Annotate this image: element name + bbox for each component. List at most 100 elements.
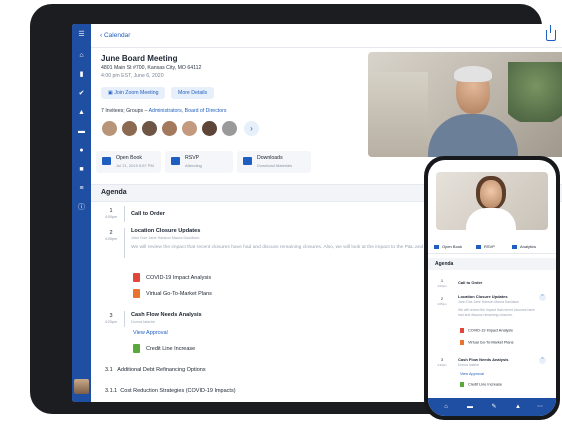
phone-agenda-cash-flow[interactable]: Cash Flow Needs Analysis bbox=[458, 357, 509, 362]
phone-agenda-number: 2 4:05pm bbox=[436, 296, 448, 306]
user-avatar[interactable] bbox=[74, 379, 89, 394]
alert-icon[interactable]: ▲ bbox=[514, 403, 522, 411]
phone-num-3: 3 bbox=[440, 357, 444, 362]
phone-doc-covid: COVID-19 Impact Analysis bbox=[468, 328, 513, 333]
chat-icon[interactable]: ■ bbox=[72, 166, 91, 174]
agenda-description: We will review the impact that recent cl… bbox=[131, 245, 463, 250]
agenda-title: Agenda bbox=[101, 189, 127, 196]
downloads-card[interactable]: Downloads Download Materials bbox=[237, 151, 311, 173]
calendar-icon bbox=[171, 157, 180, 165]
document-link[interactable]: COVID-19 Impact Analysis bbox=[133, 273, 211, 282]
list-icon[interactable]: ≡ bbox=[72, 185, 91, 193]
inbox-icon[interactable]: ▬ bbox=[466, 403, 474, 411]
video-call-tile[interactable] bbox=[368, 52, 562, 157]
avatar[interactable] bbox=[181, 120, 198, 137]
invitee-groups-link[interactable]: Administrators, Board of Directors bbox=[149, 108, 227, 114]
folder-icon[interactable]: ▬ bbox=[72, 128, 91, 136]
downloads-sub: Download Materials bbox=[257, 163, 293, 168]
device-mockup-scene: ☰ ⌂ ▮ ✔ ▲ ▬ ● ■ ≡ ⓘ ‹ Calendar June Boar… bbox=[0, 0, 562, 424]
agenda-item-call-to-order[interactable]: Call to Order bbox=[131, 211, 165, 217]
video-participant-body bbox=[428, 114, 518, 157]
document-link[interactable]: Virtual Go-To-Market Plans bbox=[133, 289, 212, 298]
rsvp-card[interactable]: RSVP Attending bbox=[165, 151, 233, 173]
open-book-label: Open Book bbox=[116, 155, 142, 161]
document-link[interactable]: Credit Line Increase bbox=[133, 344, 195, 353]
agenda-num-1: 1 bbox=[109, 208, 113, 214]
avatar[interactable] bbox=[121, 120, 138, 137]
subitem-title: Cost Reduction Strategies (COVID-19 Impa… bbox=[120, 388, 236, 394]
avatar[interactable] bbox=[101, 120, 118, 137]
edit-icon[interactable]: ✎ bbox=[490, 403, 498, 411]
phone-rsvp-label: RSVP bbox=[484, 244, 495, 249]
phone-time-3: 4:20pm bbox=[437, 363, 447, 367]
back-to-calendar-link[interactable]: ‹ Calendar bbox=[100, 32, 130, 39]
phone-doc-gtm: Virtual Go-To-Market Plans bbox=[468, 340, 514, 345]
agenda-item-location-closure[interactable]: Location Closure Updates bbox=[131, 228, 200, 234]
home-icon[interactable]: ⌂ bbox=[72, 52, 91, 60]
phone-view-approval-link[interactable]: View Approval bbox=[460, 372, 484, 376]
meeting-datetime: 4:00 pm EST, June 6, 2020 bbox=[101, 73, 164, 79]
alert-icon[interactable]: ▲ bbox=[72, 109, 91, 117]
check-icon[interactable]: ✔ bbox=[72, 90, 91, 98]
phone-document-link[interactable]: Credit Line Increase bbox=[460, 382, 502, 387]
phone-device: Open Book RSVP Analytics Agenda 1 4:00pm … bbox=[424, 156, 560, 420]
view-approval-link[interactable]: View Approval bbox=[133, 330, 168, 336]
agenda-subitem-3-1-1[interactable]: 3.1.1 Cost Reduction Strategies (COVID-1… bbox=[105, 388, 236, 394]
phone-presenters: Donna Ialarbe bbox=[458, 363, 480, 367]
avatar[interactable] bbox=[141, 120, 158, 137]
phone-video-tile[interactable] bbox=[436, 172, 548, 230]
video-background-shelf bbox=[368, 72, 428, 157]
avatar[interactable] bbox=[161, 120, 178, 137]
agenda-item-number: 3 4:20pm bbox=[103, 313, 119, 324]
doc-virtual-gtm: Virtual Go-To-Market Plans bbox=[146, 290, 212, 297]
join-zoom-label: Join Zoom Meeting bbox=[114, 90, 159, 96]
pdf-file-icon bbox=[460, 328, 464, 333]
phone-open-book-button[interactable]: Open Book bbox=[434, 244, 462, 249]
avatar[interactable] bbox=[221, 120, 238, 137]
phone-open-book-label: Open Book bbox=[442, 244, 463, 249]
join-zoom-button[interactable]: ▣ Join Zoom Meeting bbox=[101, 87, 166, 99]
more-icon[interactable]: ⋯ bbox=[536, 403, 544, 411]
subitem-num: 3.1.1 bbox=[105, 388, 118, 394]
calendar-icon bbox=[476, 244, 481, 249]
agenda-subitem-3-1[interactable]: 3.1 Additional Debt Refinancing Options bbox=[105, 367, 206, 373]
menu-icon[interactable]: ☰ bbox=[72, 31, 91, 39]
agenda-divider bbox=[124, 311, 125, 327]
phone-num-1: 1 bbox=[440, 278, 444, 283]
subitem-num: 3.1 bbox=[105, 367, 113, 373]
invitees-prefix: 7 Invitees; Groups – bbox=[101, 108, 149, 114]
more-invitees-chevron-icon[interactable]: › bbox=[244, 121, 259, 136]
chevron-down-icon[interactable]: ⌃ bbox=[539, 357, 546, 364]
avatar[interactable] bbox=[201, 120, 218, 137]
person-icon[interactable]: ● bbox=[72, 147, 91, 155]
open-book-card[interactable]: Open Book Jul 21, 2019 5:57 PM bbox=[96, 151, 161, 173]
meeting-title: June Board Meeting bbox=[101, 54, 178, 63]
phone-analytics-button[interactable]: Analytics bbox=[512, 244, 536, 249]
info-icon[interactable]: ⓘ bbox=[72, 204, 91, 212]
chevron-down-icon[interactable]: ⌃ bbox=[539, 294, 546, 301]
phone-agenda-call-to-order[interactable]: Call to Order bbox=[458, 280, 482, 285]
agenda-item-cash-flow[interactable]: Cash Flow Needs Analysis bbox=[131, 312, 202, 318]
agenda-divider bbox=[124, 206, 125, 222]
book-icon bbox=[102, 157, 111, 165]
pdf-file-icon bbox=[133, 273, 140, 282]
phone-agenda-number: 3 4:20pm bbox=[436, 357, 448, 367]
phone-document-link[interactable]: Virtual Go-To-Market Plans bbox=[460, 340, 514, 345]
phone-document-link[interactable]: COVID-19 Impact Analysis bbox=[460, 328, 513, 333]
meeting-address: 4801 Main St #700, Kansas City, MO 64112 bbox=[101, 65, 202, 71]
phone-agenda-number: 1 4:00pm bbox=[436, 278, 448, 288]
phone-analytics-label: Analytics bbox=[520, 244, 537, 249]
more-details-button[interactable]: More Details bbox=[171, 87, 215, 99]
downloads-label: Downloads bbox=[257, 155, 283, 161]
book-icon bbox=[434, 244, 439, 249]
home-icon[interactable]: ⌂ bbox=[442, 403, 450, 411]
back-label: Calendar bbox=[103, 32, 131, 39]
share-icon[interactable] bbox=[546, 25, 556, 41]
analytics-icon bbox=[512, 244, 517, 249]
phone-agenda-location-closure[interactable]: Location Closure Updates bbox=[458, 294, 508, 299]
phone-rsvp-button[interactable]: RSVP bbox=[476, 244, 495, 249]
invitees-line: 7 Invitees; Groups – Administrators, Boa… bbox=[101, 108, 226, 114]
tablet-icon[interactable]: ▮ bbox=[72, 71, 91, 79]
slides-file-icon bbox=[133, 289, 140, 298]
phone-agenda-title: Agenda bbox=[435, 261, 454, 267]
